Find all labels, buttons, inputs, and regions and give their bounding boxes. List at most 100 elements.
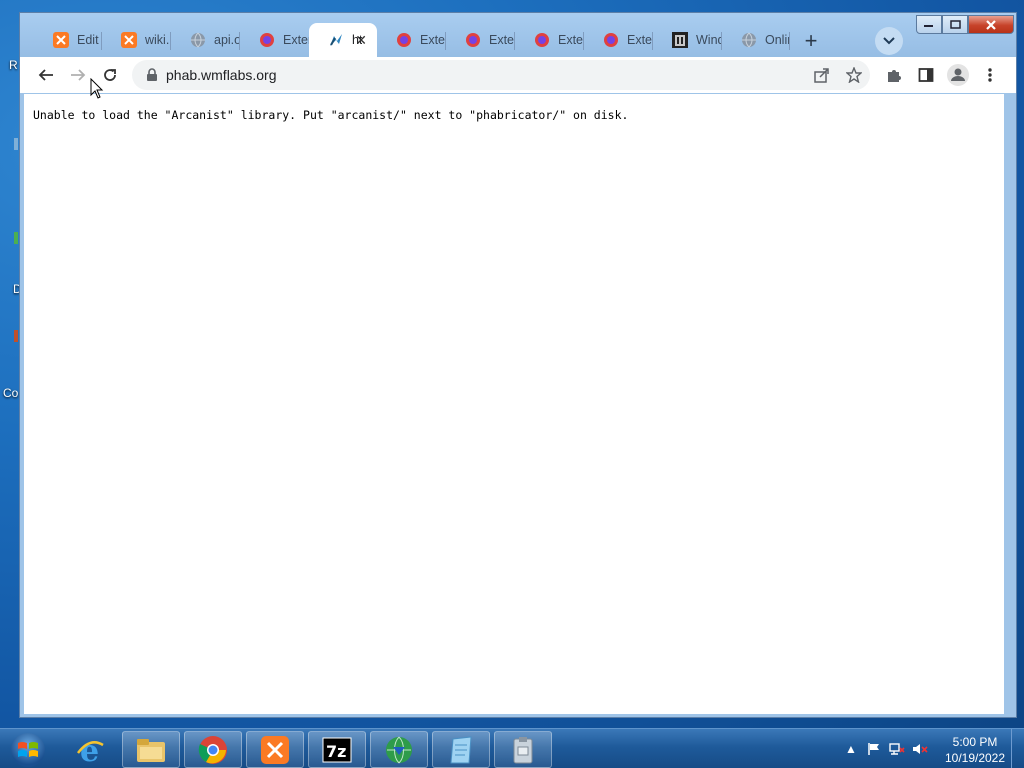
taskbar-7zip[interactable]: 7z xyxy=(308,731,366,768)
page-content: Unable to load the "Arcanist" library. P… xyxy=(24,94,1004,714)
7zip-icon: 7z xyxy=(322,737,352,762)
firefox-icon xyxy=(465,32,481,48)
star-icon xyxy=(846,67,862,83)
taskbar-xampp[interactable] xyxy=(246,731,304,768)
tab-0[interactable]: Edit L xyxy=(34,23,102,57)
taskbar-app-globe[interactable] xyxy=(370,731,428,768)
tab-label: Exten xyxy=(558,33,584,47)
reload-icon xyxy=(104,69,116,81)
tab-9[interactable]: Wind xyxy=(653,23,722,57)
taskbar-file-explorer[interactable] xyxy=(122,731,180,768)
tab-5[interactable]: Exten xyxy=(377,23,446,57)
maximize-button[interactable] xyxy=(942,15,968,34)
plus-icon: + xyxy=(804,28,818,53)
close-icon xyxy=(986,19,996,30)
profile-button[interactable] xyxy=(944,61,972,89)
tab-6[interactable]: Exten xyxy=(446,23,515,57)
share-icon xyxy=(814,68,829,83)
globe-icon xyxy=(741,32,757,48)
xampp-icon xyxy=(53,32,69,48)
tab-2[interactable]: api.o xyxy=(171,23,240,57)
window-close-button[interactable] xyxy=(968,15,1014,34)
tab-label: Exten xyxy=(283,33,309,47)
tab-label: api.o xyxy=(214,33,240,47)
globe-icon xyxy=(190,32,206,48)
tab-label: Exten xyxy=(627,33,653,47)
forward-button[interactable] xyxy=(64,61,92,89)
back-button[interactable] xyxy=(32,61,60,89)
window-caption-buttons xyxy=(916,15,1014,35)
lock-icon[interactable] xyxy=(146,68,158,82)
tab-4[interactable]: ht ✕ xyxy=(309,23,377,57)
browser-window: Edit L wiki.p api.o Exten xyxy=(19,12,1017,718)
clock-time: 5:00 PM xyxy=(952,735,998,749)
tab-label: Exten xyxy=(420,33,446,47)
notepad-icon xyxy=(450,735,472,763)
tab-label: Edit L xyxy=(77,33,102,47)
minimize-button[interactable] xyxy=(916,15,942,34)
tab-8[interactable]: Exten xyxy=(584,23,653,57)
tab-10[interactable]: Onlin xyxy=(722,23,790,57)
xampp-icon xyxy=(261,735,289,764)
chevron-down-icon xyxy=(883,37,895,45)
tab-3[interactable]: Exten xyxy=(240,23,309,57)
windows-logo-icon xyxy=(18,742,38,757)
tab-7[interactable]: Exten xyxy=(515,23,584,57)
clock-date: 10/19/2022 xyxy=(944,751,1006,765)
desktop-icon[interactable] xyxy=(14,330,18,342)
action-center-flag-icon[interactable] xyxy=(865,740,883,758)
firefox-icon xyxy=(396,32,412,48)
profile-avatar-icon xyxy=(947,64,969,86)
more-vert-icon xyxy=(988,68,992,82)
archive-icon xyxy=(513,736,533,763)
maximize-icon xyxy=(949,20,961,29)
tab-1[interactable]: wiki.p xyxy=(102,23,171,57)
internet-explorer-icon: e xyxy=(77,735,104,765)
error-message: Unable to load the "Arcanist" library. P… xyxy=(33,108,629,122)
menu-button[interactable] xyxy=(976,61,1004,89)
url-text[interactable]: phab.wmflabs.org xyxy=(166,67,277,83)
firefox-icon xyxy=(259,32,275,48)
desktop-icon-label[interactable]: R xyxy=(9,58,18,72)
side-panel-button[interactable] xyxy=(912,61,940,89)
browser-toolbar: phab.wmflabs.org xyxy=(20,57,1016,93)
svg-text:e: e xyxy=(80,735,99,765)
bookmark-button[interactable] xyxy=(840,61,868,89)
svg-text:7z: 7z xyxy=(326,742,346,761)
tab-label: Exten xyxy=(489,33,515,47)
side-panel-icon xyxy=(918,68,934,82)
taskbar-internet-explorer[interactable]: e xyxy=(61,731,119,768)
desktop-icon-label[interactable]: Co xyxy=(3,386,18,400)
system-tray: ▲ xyxy=(842,729,934,768)
wikipedia-icon xyxy=(672,32,688,48)
forward-arrow-icon xyxy=(71,69,86,81)
tab-label: wiki.p xyxy=(145,33,171,47)
share-button[interactable] xyxy=(808,61,836,89)
chrome-icon xyxy=(198,735,227,764)
taskbar-notepad[interactable] xyxy=(432,731,490,768)
desktop-icon[interactable] xyxy=(14,232,18,244)
network-icon[interactable] xyxy=(888,740,906,758)
desktop-icon[interactable] xyxy=(14,138,18,150)
close-icon[interactable]: ✕ xyxy=(355,32,367,49)
tab-search-button[interactable] xyxy=(875,27,903,55)
download-manager-icon xyxy=(386,736,412,763)
folder-icon xyxy=(137,738,165,762)
extensions-button[interactable] xyxy=(880,61,908,89)
address-bar[interactable]: phab.wmflabs.org xyxy=(132,60,870,90)
phabricator-icon xyxy=(328,32,344,48)
firefox-icon xyxy=(603,32,619,48)
taskbar-chrome[interactable] xyxy=(184,731,242,768)
tab-label: Onlin xyxy=(765,33,790,47)
show-desktop-button[interactable] xyxy=(1011,729,1024,768)
new-tab-button[interactable]: + xyxy=(797,27,825,55)
back-arrow-icon xyxy=(38,69,53,81)
start-button[interactable] xyxy=(2,731,54,768)
volume-muted-icon[interactable] xyxy=(911,740,929,758)
taskbar-archive[interactable] xyxy=(494,731,552,768)
show-hidden-icons-icon[interactable]: ▲ xyxy=(842,740,860,758)
xampp-icon xyxy=(121,32,137,48)
puzzle-icon xyxy=(888,70,901,82)
clock[interactable]: 5:00 PM 10/19/2022 xyxy=(940,734,1010,766)
mouse-cursor-icon xyxy=(90,78,104,99)
